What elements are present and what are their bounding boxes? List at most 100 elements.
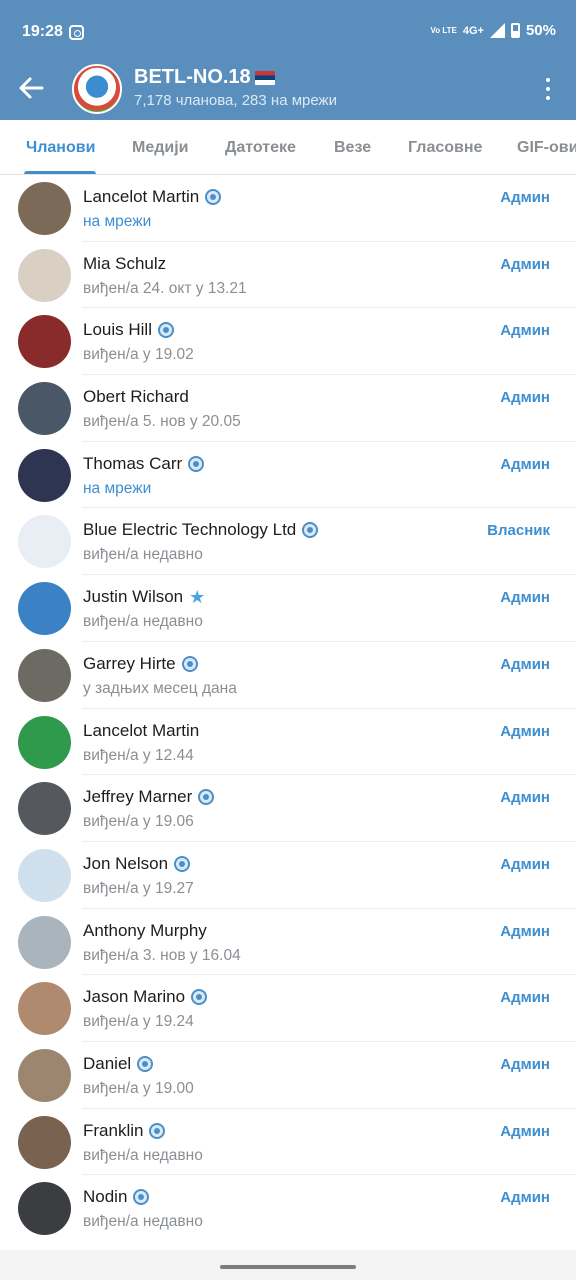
- member-status: виђен/а у 19.06: [83, 813, 194, 831]
- member-status: виђен/а у 12.44: [83, 746, 194, 764]
- member-row[interactable]: Blue Electric Technology Ltd виђен/а неда…: [0, 508, 576, 576]
- member-row[interactable]: Louis Hill виђен/а у 19.02 Админ: [0, 308, 576, 376]
- tab-files[interactable]: Датотеке: [225, 139, 296, 157]
- battery-level: 50%: [525, 22, 556, 39]
- member-status: виђен/а 24. окт у 13.21: [83, 279, 247, 297]
- tab-media[interactable]: Медији: [132, 139, 189, 157]
- member-row[interactable]: Mia Schulz виђен/а 24. окт у 13.21 Админ: [0, 242, 576, 309]
- member-row[interactable]: Daniel виђен/а у 19.00 Админ: [0, 1042, 576, 1109]
- betl-badge-icon: [133, 1189, 150, 1206]
- member-row[interactable]: Jon Nelson виђен/а у 19.27 Админ: [0, 842, 576, 909]
- avatar[interactable]: [18, 1115, 71, 1169]
- member-name: Franklin: [83, 1120, 144, 1140]
- group-title[interactable]: BETL-NO.18: [134, 66, 275, 89]
- instagram-notification-icon: [69, 25, 84, 40]
- betl-badge-icon: [302, 522, 319, 539]
- avatar[interactable]: [18, 1182, 71, 1236]
- back-arrow-icon[interactable]: [18, 76, 44, 100]
- member-role: Админ: [500, 722, 550, 740]
- tab-links[interactable]: Везе: [334, 139, 371, 157]
- member-role: Админ: [500, 589, 550, 607]
- battery-icon: [510, 23, 520, 38]
- member-role: Власник: [487, 522, 550, 540]
- member-status: виђен/а недавно: [83, 546, 203, 564]
- member-row[interactable]: Thomas Carr на мрежи Админ: [0, 442, 576, 509]
- member-count: 7,178 чланова, 283 на мрежи: [134, 92, 337, 109]
- member-row[interactable]: Jeffrey Marner виђен/а у 19.06 Админ: [0, 775, 576, 842]
- status-indicators: Vo LTE 4G+ 50%: [430, 22, 556, 39]
- member-row[interactable]: Franklin виђен/а недавно Админ: [0, 1109, 576, 1176]
- serbia-flag-icon: [254, 70, 275, 85]
- avatar[interactable]: [18, 715, 71, 769]
- member-role: Админ: [500, 1055, 550, 1073]
- avatar[interactable]: [18, 315, 71, 369]
- member-name: Nodin: [83, 1187, 128, 1207]
- gesture-handle[interactable]: [220, 1265, 356, 1269]
- avatar[interactable]: [18, 448, 71, 502]
- member-status: на мрежи: [83, 213, 152, 230]
- betl-badge-icon: [137, 1055, 154, 1072]
- avatar[interactable]: [18, 582, 71, 636]
- member-name: Mia Schulz: [83, 253, 167, 273]
- avatar[interactable]: [18, 248, 71, 302]
- avatar[interactable]: [18, 848, 71, 902]
- avatar[interactable]: [18, 915, 71, 969]
- member-role: Админ: [500, 255, 550, 273]
- member-name: Louis Hill: [83, 320, 152, 340]
- avatar[interactable]: [18, 382, 71, 436]
- avatar[interactable]: [18, 1048, 71, 1102]
- avatar[interactable]: [18, 982, 71, 1036]
- betl-badge-icon: [198, 789, 215, 806]
- member-row[interactable]: Nodin виђен/а недавно Админ: [0, 1175, 576, 1242]
- member-status: виђен/а недавно: [83, 1146, 203, 1164]
- member-name: Jason Marino: [83, 987, 186, 1007]
- member-list: Lancelot Martin на мрежи Админ Mia Schulz в…: [0, 175, 576, 1242]
- member-row[interactable]: Obert Richard виђен/а 5. нов у 20.05 Админ: [0, 375, 576, 442]
- member-name: Blue Electric Technology Ltd: [83, 520, 297, 540]
- betl-badge-icon: [174, 855, 191, 872]
- status-time: 19:28: [22, 23, 63, 40]
- member-role: Админ: [500, 789, 550, 807]
- member-name: Jeffrey Marner: [83, 787, 193, 807]
- avatar[interactable]: [18, 782, 71, 836]
- profile-tabs: Чланови Медији Датотеке Везе Гласовне GI…: [0, 120, 576, 175]
- member-row[interactable]: Lancelot Martin на мрежи Админ: [0, 175, 576, 242]
- member-status: виђен/а недавно: [83, 613, 203, 631]
- member-row[interactable]: Anthony Murphy виђен/а 3. нов у 16.04 Адми…: [0, 909, 576, 976]
- member-status: виђен/а у 19.24: [83, 1013, 194, 1031]
- member-name: Jon Nelson: [83, 853, 169, 873]
- member-row[interactable]: Lancelot Martin виђен/а у 12.44 Админ: [0, 709, 576, 776]
- tab-gifs[interactable]: GIF-ови: [517, 139, 576, 157]
- member-row[interactable]: Garrey Hirte у задњих месец дана Админ: [0, 642, 576, 709]
- group-avatar[interactable]: [72, 64, 122, 114]
- member-row[interactable]: Jason Marino виђен/а у 19.24 Админ: [0, 975, 576, 1042]
- avatar[interactable]: [18, 515, 71, 569]
- member-role: Админ: [500, 389, 550, 407]
- betl-badge-icon: [205, 189, 222, 205]
- member-status: виђен/а 3. нов у 16.04: [83, 946, 241, 964]
- tab-members[interactable]: Чланови: [26, 139, 95, 157]
- betl-badge-icon: [181, 655, 198, 672]
- member-role: Админ: [500, 455, 550, 473]
- member-role: Админ: [500, 855, 550, 873]
- betl-badge-icon: [149, 1122, 166, 1139]
- member-role: Админ: [500, 922, 550, 940]
- member-name: Garrey Hirte: [83, 653, 176, 673]
- star-icon: ★: [189, 587, 206, 608]
- system-nav-bar: [0, 1250, 576, 1280]
- member-role: Админ: [500, 1189, 550, 1207]
- member-row[interactable]: Justin Wilson ★ виђен/а недавно Админ: [0, 575, 576, 642]
- avatar[interactable]: [18, 182, 71, 235]
- volte-indicator: Vo LTE: [430, 25, 457, 35]
- tab-voice[interactable]: Гласовне: [408, 139, 482, 157]
- member-name: Daniel: [83, 1053, 132, 1073]
- member-name: Lancelot Martin: [83, 720, 200, 740]
- member-role: Админ: [500, 322, 550, 340]
- status-bar: 19:28 Vo LTE 4G+ 50%: [0, 0, 576, 64]
- member-status: виђен/а у 19.00: [83, 1079, 194, 1097]
- member-role: Админ: [500, 655, 550, 673]
- chat-header: 19:28 Vo LTE 4G+ 50% BETL-NO.18 7,178 чл…: [0, 0, 576, 120]
- more-options-icon[interactable]: [546, 78, 552, 100]
- member-role: Админ: [500, 189, 550, 206]
- avatar[interactable]: [18, 648, 71, 702]
